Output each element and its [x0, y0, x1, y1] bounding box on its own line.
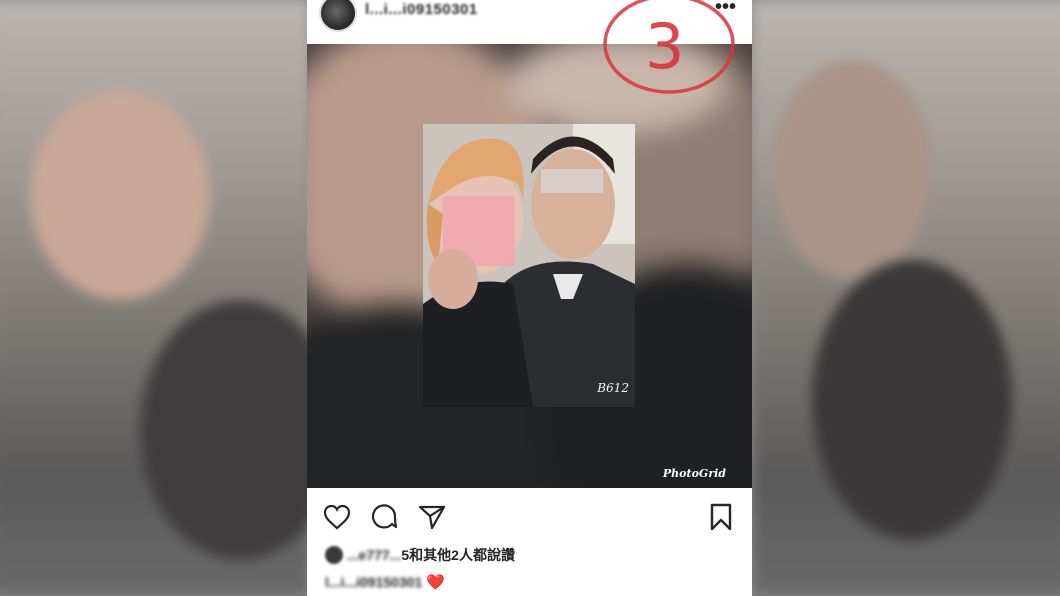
caption-line: l...i...i09150301 ❤️	[325, 573, 445, 593]
caption-username[interactable]: l...i...i09150301	[325, 574, 422, 590]
avatar[interactable]	[319, 0, 357, 32]
likes-text: 5和其他2人都說讚	[401, 547, 515, 563]
comment-bubble-icon[interactable]	[369, 502, 399, 532]
liker-avatar	[325, 546, 343, 564]
post-photo[interactable]: B612 PhotoGrid	[307, 44, 752, 488]
post-username[interactable]: l...i...i09150301	[365, 1, 478, 18]
instagram-post: l...i...i09150301 ••• B612 PhotoGrid 3 .…	[307, 0, 752, 596]
bookmark-icon[interactable]	[706, 502, 736, 532]
likes-line[interactable]: ...e777...5和其他2人都說讚	[325, 545, 515, 565]
liker-name[interactable]: ...e777...	[347, 547, 401, 563]
blurred-backdrop-right	[752, 0, 1060, 596]
blurred-backdrop-left	[0, 0, 340, 596]
heart-outline-icon[interactable]	[322, 502, 352, 532]
inner-selfie-photo: B612	[423, 124, 635, 407]
photogrid-watermark: PhotoGrid	[662, 467, 726, 480]
paper-plane-icon[interactable]	[417, 502, 447, 532]
heart-emoji: ❤️	[426, 574, 445, 591]
b612-watermark: B612	[597, 381, 629, 395]
more-dots-icon[interactable]: •••	[715, 0, 737, 17]
selfie-illustration	[423, 124, 635, 407]
post-header: l...i...i09150301 •••	[307, 0, 752, 44]
post-action-bar	[307, 496, 752, 540]
